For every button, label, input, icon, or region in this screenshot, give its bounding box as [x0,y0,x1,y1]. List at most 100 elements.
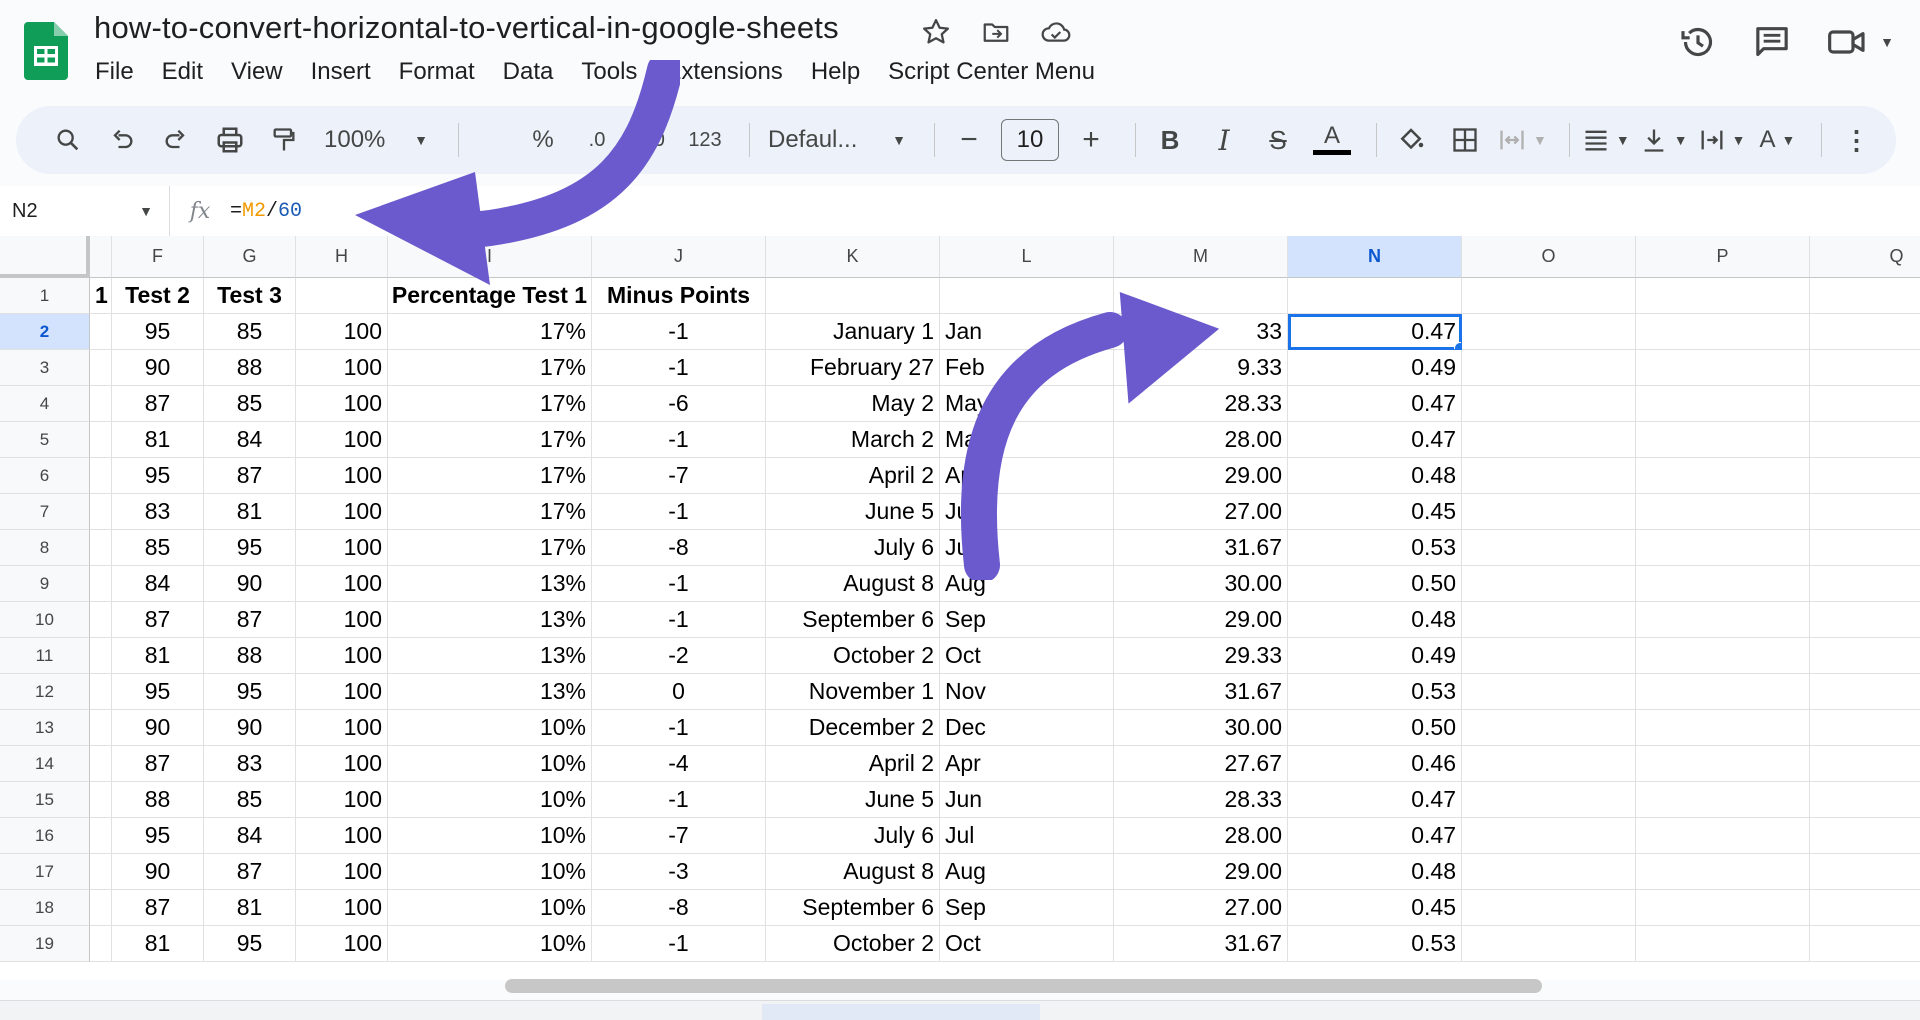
font-size-input[interactable]: 10 [1001,119,1059,161]
cell-p5[interactable] [1636,422,1810,458]
cell-p16[interactable] [1636,818,1810,854]
cell-h12[interactable]: 100 [296,674,388,710]
cell-j10[interactable]: -1 [592,602,766,638]
cell-f5[interactable]: 81 [112,422,204,458]
cell-g8[interactable]: 95 [204,530,296,566]
cell-g5[interactable]: 84 [204,422,296,458]
align-icon[interactable]: ▼ [1582,117,1630,163]
cell-h4[interactable]: 100 [296,386,388,422]
row-header[interactable]: 8 [0,530,90,566]
cell-m9[interactable]: 30.00 [1114,566,1288,602]
cell-i9[interactable]: 13% [388,566,592,602]
row-header[interactable]: 13 [0,710,90,746]
column-header-n[interactable]: N [1288,236,1462,278]
cell-e3[interactable] [90,350,112,386]
cell-k15[interactable]: June 5 [766,782,940,818]
row-header[interactable]: 2 [0,314,90,350]
cell-o9[interactable] [1462,566,1636,602]
cell-f19[interactable]: 81 [112,926,204,962]
cell-g15[interactable]: 85 [204,782,296,818]
cell-l1[interactable] [940,278,1114,314]
cell-q10[interactable] [1810,602,1920,638]
cell-k14[interactable]: April 2 [766,746,940,782]
cell-k12[interactable]: November 1 [766,674,940,710]
cell-o10[interactable] [1462,602,1636,638]
cell-q11[interactable] [1810,638,1920,674]
cell-q15[interactable] [1810,782,1920,818]
cell-p15[interactable] [1636,782,1810,818]
cell-k8[interactable]: July 6 [766,530,940,566]
cell-i16[interactable]: 10% [388,818,592,854]
cell-q2[interactable] [1810,314,1920,350]
cell-l9[interactable]: Aug [940,566,1114,602]
cell-l8[interactable]: Jul [940,530,1114,566]
menu-data[interactable]: Data [503,58,554,86]
cell-q8[interactable] [1810,530,1920,566]
history-icon[interactable] [1678,22,1718,62]
cell-j7[interactable]: -1 [592,494,766,530]
cell-m1[interactable] [1114,278,1288,314]
menu-edit[interactable]: Edit [162,58,203,86]
cell-k7[interactable]: June 5 [766,494,940,530]
column-header-l[interactable]: L [940,236,1114,278]
cell-l12[interactable]: Nov [940,674,1114,710]
row-header[interactable]: 1 [0,278,90,314]
cell-n12[interactable]: 0.53 [1288,674,1462,710]
cell-n1[interactable] [1288,278,1462,314]
cell-g19[interactable]: 95 [204,926,296,962]
cell-q13[interactable] [1810,710,1920,746]
cell-m10[interactable]: 29.00 [1114,602,1288,638]
cell-l13[interactable]: Dec [940,710,1114,746]
cell-o5[interactable] [1462,422,1636,458]
cell-k16[interactable]: July 6 [766,818,940,854]
cell-g17[interactable]: 87 [204,854,296,890]
cell-h8[interactable]: 100 [296,530,388,566]
cell-n18[interactable]: 0.45 [1288,890,1462,926]
row-header[interactable]: 19 [0,926,90,962]
fill-handle[interactable] [1454,342,1461,349]
cell-e18[interactable] [90,890,112,926]
cell-p19[interactable] [1636,926,1810,962]
cell-e13[interactable] [90,710,112,746]
cell-m12[interactable]: 31.67 [1114,674,1288,710]
cell-o17[interactable] [1462,854,1636,890]
cell-n9[interactable]: 0.50 [1288,566,1462,602]
paint-format-icon[interactable] [262,117,306,163]
cell-j19[interactable]: -1 [592,926,766,962]
cell-h2[interactable]: 100 [296,314,388,350]
cell-h1[interactable] [296,278,388,314]
increase-font-size-button[interactable]: + [1069,117,1113,163]
cell-g7[interactable]: 81 [204,494,296,530]
cell-m5[interactable]: 28.00 [1114,422,1288,458]
cell-l16[interactable]: Jul [940,818,1114,854]
cell-p10[interactable] [1636,602,1810,638]
cell-i15[interactable]: 10% [388,782,592,818]
cell-n6[interactable]: 0.48 [1288,458,1462,494]
cell-h17[interactable]: 100 [296,854,388,890]
cell-j11[interactable]: -2 [592,638,766,674]
wrap-icon[interactable]: ▼ [1698,117,1745,163]
cell-q9[interactable] [1810,566,1920,602]
cell-i14[interactable]: 10% [388,746,592,782]
cell-j8[interactable]: -8 [592,530,766,566]
cell-j2[interactable]: -1 [592,314,766,350]
cell-j12[interactable]: 0 [592,674,766,710]
menu-file[interactable]: File [95,58,134,86]
row-header[interactable]: 6 [0,458,90,494]
text-color-icon[interactable]: A [1310,117,1354,163]
cell-e10[interactable] [90,602,112,638]
cell-o7[interactable] [1462,494,1636,530]
row-header[interactable]: 4 [0,386,90,422]
cell-n4[interactable]: 0.47 [1288,386,1462,422]
cell-o18[interactable] [1462,890,1636,926]
cell-k1[interactable] [766,278,940,314]
cell-q7[interactable] [1810,494,1920,530]
cell-p2[interactable] [1636,314,1810,350]
cell-f1[interactable]: Test 2 [112,278,204,314]
undo-icon[interactable] [100,117,144,163]
cell-k9[interactable]: August 8 [766,566,940,602]
cell-l2[interactable]: Jan [940,314,1114,350]
cell-f14[interactable]: 87 [112,746,204,782]
menu-help[interactable]: Help [811,58,860,86]
cell-h5[interactable]: 100 [296,422,388,458]
